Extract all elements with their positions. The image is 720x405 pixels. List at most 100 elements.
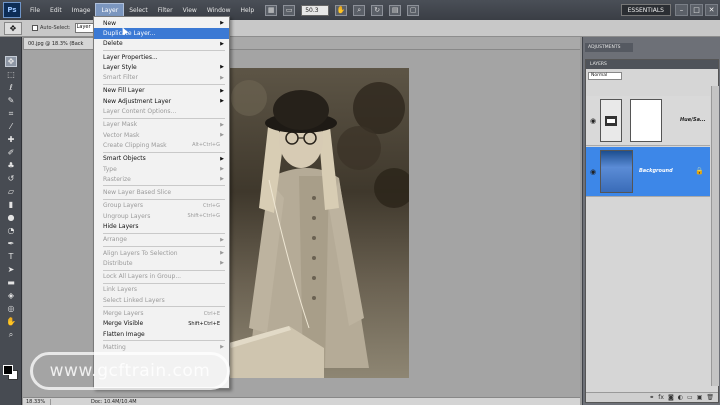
menu-item-shortcut: Shift+Ctrl+E (188, 320, 220, 327)
new-layer-icon[interactable]: ▣ (697, 394, 703, 401)
auto-select-option[interactable]: Auto-Select: (32, 25, 71, 31)
menu-file[interactable]: File (25, 3, 45, 17)
link-layers-icon[interactable]: ⚭ (649, 394, 654, 401)
menu-item-label: Ungroup Layers (103, 212, 151, 220)
type-tool-icon[interactable]: T (5, 251, 17, 262)
clone-stamp-tool-icon[interactable]: ♣ (5, 160, 17, 171)
lasso-tool-icon[interactable]: ℓ (5, 82, 17, 93)
menu-layer[interactable]: Layer (95, 3, 125, 17)
background-thumbnail (600, 150, 633, 193)
eraser-tool-icon[interactable]: ▱ (5, 186, 17, 197)
bridge-icon[interactable]: ▦ (265, 4, 278, 16)
menu-separator (103, 49, 225, 51)
move-tool-icon[interactable]: ✥ (5, 56, 17, 67)
blend-mode-select[interactable]: Normal (588, 72, 622, 80)
menu-item-type: Type ▶ (94, 164, 229, 174)
menu-item-label: Smart Objects (103, 155, 146, 163)
layer-row-adjustment[interactable]: ◉ Hue/Sa... (586, 96, 710, 146)
shape-tool-icon[interactable]: ▬ (5, 277, 17, 288)
marquee-tool-icon[interactable]: ⬚ (5, 69, 17, 80)
foreground-color-swatch[interactable] (3, 365, 13, 375)
3d-rotate-tool-icon[interactable]: ◈ (5, 290, 17, 301)
menu-item-hide-layers[interactable]: Hide Layers (94, 221, 229, 231)
menu-item-flatten-image[interactable]: Flatten Image (94, 329, 229, 339)
path-selection-tool-icon[interactable]: ➤ (5, 264, 17, 275)
menu-item-new[interactable]: New ▶ (94, 18, 229, 28)
menu-image[interactable]: Image (67, 3, 96, 17)
menu-view[interactable]: View (178, 3, 202, 17)
gradient-tool-icon[interactable]: ▮ (5, 199, 17, 210)
quick-select-tool-icon[interactable]: ✎ (5, 95, 17, 106)
menu-item-ungroup-layers: Ungroup Layers Shift+Ctrl+G (94, 211, 229, 221)
menu-item-align-layers-to-selection: Align Layers To Selection ▶ (94, 248, 229, 258)
eyedropper-tool-icon[interactable]: ⁄ (5, 121, 17, 132)
menu-select[interactable]: Select (124, 3, 153, 17)
document-tab[interactable]: 00.jpg @ 18.3% (Back (23, 37, 95, 49)
screen-mode-icon[interactable]: ▢ (407, 4, 420, 16)
menu-separator (103, 198, 225, 200)
submenu-arrow-icon: ▶ (220, 64, 224, 71)
menu-item-delete[interactable]: Delete ▶ (94, 39, 229, 49)
menu-item-label: New Layer Based Slice (103, 189, 172, 197)
zoom-level-select[interactable]: 50.3 (301, 4, 330, 16)
panel-scrollbar[interactable] (711, 86, 719, 386)
menu-item-new-fill-layer[interactable]: New Fill Layer ▶ (94, 86, 229, 96)
move-tool-preset-icon[interactable]: ✥ (4, 21, 22, 35)
layers-tab[interactable]: LAYERS (586, 60, 718, 69)
minimize-button[interactable]: – (675, 4, 688, 16)
zoom-tool-icon[interactable]: ⌕ (5, 329, 17, 340)
menu-item-label: Smart Filter (103, 74, 138, 82)
submenu-arrow-icon: ▶ (220, 155, 224, 162)
pen-tool-icon[interactable]: ✒ (5, 238, 17, 249)
dodge-tool-icon[interactable]: ◔ (5, 225, 17, 236)
menu-item-new-adjustment-layer[interactable]: New Adjustment Layer ▶ (94, 96, 229, 106)
menu-item-label: Link Layers (103, 286, 138, 294)
history-brush-tool-icon[interactable]: ↺ (5, 173, 17, 184)
arrange-documents-icon[interactable]: ▤ (389, 4, 402, 16)
layer-mask-thumbnail[interactable] (630, 99, 662, 142)
submenu-arrow-icon: ▶ (220, 236, 224, 243)
adjustments-tab[interactable]: ADJUSTMENTS (585, 43, 633, 52)
hand-tool-icon[interactable]: ✋ (5, 316, 17, 327)
hand-tool-icon[interactable]: ✋ (335, 4, 348, 16)
menu-item-label: Type (103, 165, 117, 173)
trash-icon[interactable]: 🗑 (706, 394, 714, 401)
close-button[interactable]: ✕ (705, 4, 718, 16)
layer-name: Background (639, 168, 673, 174)
layer-row-background[interactable]: ◉ Background 🔒 (586, 147, 710, 197)
3d-orbit-tool-icon[interactable]: ◎ (5, 303, 17, 314)
blur-tool-icon[interactable]: ● (5, 212, 17, 223)
crop-tool-icon[interactable]: ⌗ (5, 108, 17, 119)
healing-brush-tool-icon[interactable]: ✚ (5, 134, 17, 145)
zoom-percentage[interactable]: 18.33% (23, 398, 51, 405)
submenu-arrow-icon: ▶ (220, 20, 224, 27)
rotate-view-icon[interactable]: ↻ (371, 4, 384, 16)
menu-item-label: Rasterize (103, 175, 131, 183)
visibility-eye-icon[interactable]: ◉ (589, 168, 597, 176)
submenu-arrow-icon: ▶ (220, 176, 224, 183)
menu-item-label: Align Layers To Selection (103, 249, 178, 257)
panel-dock: ADJUSTMENTS LAYERS Normal ◉ Hue/Sa... ◉ … (582, 37, 720, 405)
auto-select-dropdown[interactable]: Layer (74, 23, 95, 33)
menu-item-layer-properties[interactable]: Layer Properties... (94, 52, 229, 62)
menu-window[interactable]: Window (202, 3, 236, 17)
menu-item-merge-visible[interactable]: Merge Visible Shift+Ctrl+E (94, 319, 229, 329)
menu-help[interactable]: Help (236, 3, 260, 17)
view-extras-icon[interactable]: ▭ (283, 4, 296, 16)
auto-select-checkbox[interactable] (32, 25, 38, 31)
menu-item-smart-objects[interactable]: Smart Objects ▶ (94, 154, 229, 164)
new-group-icon[interactable]: ▭ (687, 394, 693, 401)
layer-style-icon[interactable]: fx (658, 394, 664, 401)
menu-item-duplicate-layer[interactable]: Duplicate Layer... (94, 28, 229, 39)
workspace-switcher[interactable]: ESSENTIALS (620, 4, 671, 16)
visibility-eye-icon[interactable]: ◉ (589, 117, 597, 125)
menu-item-layer-style[interactable]: Layer Style ▶ (94, 62, 229, 72)
add-mask-icon[interactable]: ◙ (668, 394, 674, 401)
menu-edit[interactable]: Edit (45, 3, 67, 17)
menu-item-label: Delete (103, 40, 123, 48)
menu-filter[interactable]: Filter (153, 3, 178, 17)
zoom-tool-icon[interactable]: ⌕ (353, 4, 366, 16)
brush-tool-icon[interactable]: ✐ (5, 147, 17, 158)
new-adjustment-icon[interactable]: ◐ (678, 394, 683, 401)
maximize-button[interactable]: □ (690, 4, 703, 16)
